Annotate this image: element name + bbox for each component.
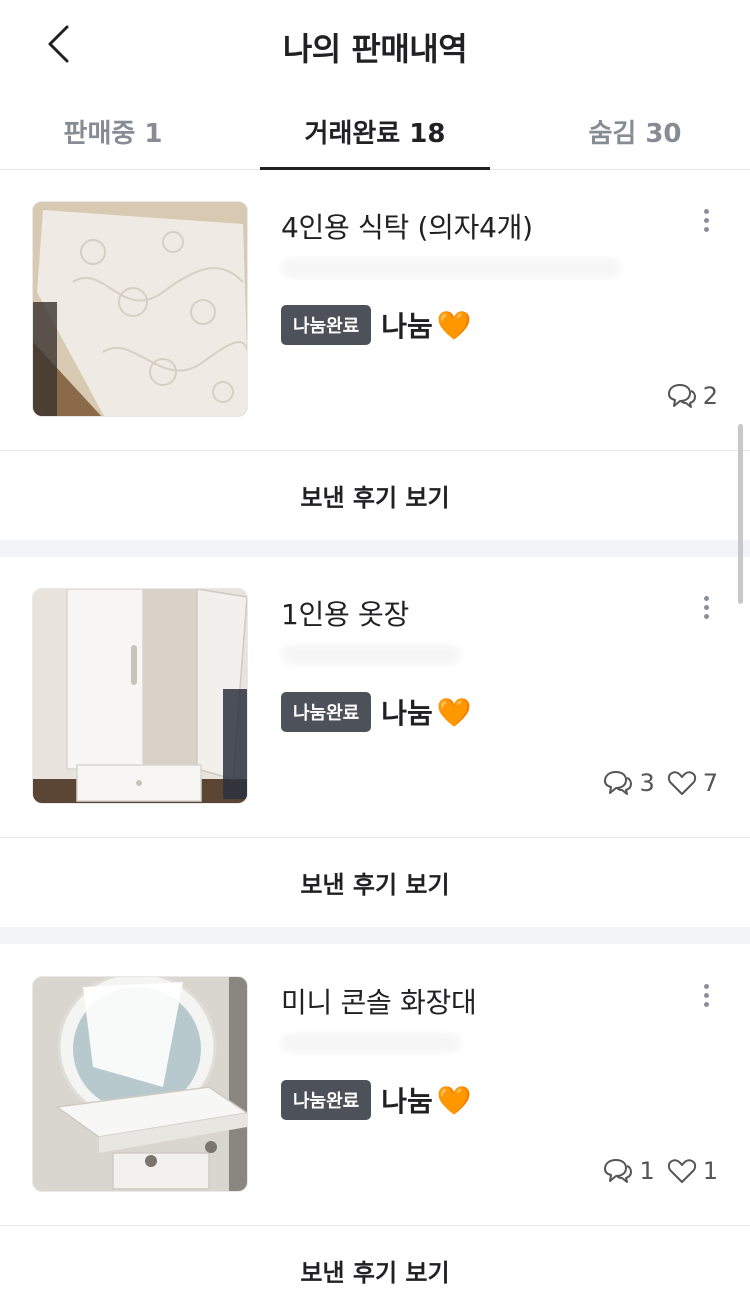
blurred-location [281, 1033, 461, 1053]
item-title: 미니 콘솔 화장대 [281, 986, 477, 1019]
comment-count: 1 [601, 1157, 655, 1185]
page-title: 나의 판매내역 [282, 30, 468, 68]
chat-icon [667, 384, 696, 408]
item-title: 4인용 식탁 (의자4개) [281, 211, 533, 244]
like-count-value: 7 [702, 769, 718, 797]
heart-icon [667, 771, 696, 795]
item-title: 1인용 옷장 [281, 598, 409, 631]
comment-count-value: 2 [702, 382, 718, 410]
view-sent-review-button[interactable]: 보낸 후기 보기 [0, 450, 750, 540]
item-row[interactable]: 4인용 식탁 (의자4개) 나눔완료 나눔 🧡 2 [0, 170, 750, 450]
item-stats: 3 7 [589, 769, 718, 797]
tab-bar: 판매중 1 거래완료 18 숨김 30 [0, 92, 750, 170]
item-price: 나눔 [381, 697, 433, 730]
comment-count: 3 [601, 769, 655, 797]
tab-completed[interactable]: 거래완료 18 [250, 92, 500, 170]
item-thumbnail [32, 976, 248, 1192]
status-badge: 나눔완료 [281, 1080, 372, 1120]
like-count: 7 [667, 769, 718, 797]
tab-selling[interactable]: 판매중 1 [0, 92, 238, 170]
chat-icon [604, 1159, 633, 1183]
like-count: 1 [667, 1157, 718, 1185]
tab-hidden[interactable]: 숨김 30 [510, 92, 750, 170]
sales-list[interactable]: 4인용 식탁 (의자4개) 나눔완료 나눔 🧡 2 보낸 후기 보기 1인용 옷… [0, 170, 750, 1294]
item-row[interactable]: 1인용 옷장 나눔완료 나눔 🧡 3 7 [0, 557, 750, 837]
comment-count-value: 1 [639, 1157, 655, 1185]
comment-count: 2 [665, 382, 718, 410]
status-badge: 나눔완료 [281, 692, 372, 732]
section-divider [0, 927, 750, 944]
status-row: 나눔완료 나눔 🧡 [281, 692, 472, 732]
scrollbar[interactable] [738, 424, 743, 604]
orange-heart-icon: 🧡 [436, 308, 472, 342]
view-sent-review-button[interactable]: 보낸 후기 보기 [0, 1225, 750, 1294]
status-badge: 나눔완료 [281, 305, 372, 345]
item-thumbnail [32, 201, 248, 417]
app-header: 나의 판매내역 [0, 0, 750, 92]
section-divider [0, 540, 750, 557]
blurred-location [281, 258, 621, 278]
status-row: 나눔완료 나눔 🧡 [281, 305, 472, 345]
item-price: 나눔 [381, 310, 433, 343]
orange-heart-icon: 🧡 [436, 1083, 472, 1117]
orange-heart-icon: 🧡 [436, 695, 472, 729]
more-options-button[interactable] [692, 975, 720, 1015]
item-price: 나눔 [381, 1085, 433, 1118]
like-count-value: 1 [702, 1157, 718, 1185]
more-options-button[interactable] [692, 587, 720, 627]
item-stats: 2 [653, 382, 718, 410]
heart-icon [667, 1159, 696, 1183]
item-stats: 1 1 [589, 1157, 718, 1185]
chat-icon [604, 771, 633, 795]
status-row: 나눔완료 나눔 🧡 [281, 1080, 472, 1120]
blurred-location [281, 645, 461, 665]
more-options-button[interactable] [692, 200, 720, 240]
view-sent-review-button[interactable]: 보낸 후기 보기 [0, 837, 750, 927]
comment-count-value: 3 [639, 769, 655, 797]
item-row[interactable]: 미니 콘솔 화장대 나눔완료 나눔 🧡 1 1 [0, 945, 750, 1225]
item-thumbnail [32, 588, 248, 804]
